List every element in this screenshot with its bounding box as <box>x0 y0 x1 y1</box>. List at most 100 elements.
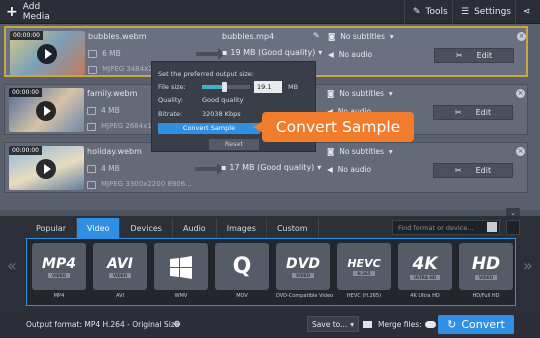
thumbnail-time: 00:00:00 <box>9 88 42 97</box>
subtitles-icon: ◙ <box>327 147 335 156</box>
video-thumbnail[interactable]: 00:00:00 <box>9 88 84 132</box>
speaker-icon: ◀ <box>328 50 334 59</box>
detect-device-icon[interactable] <box>506 220 520 235</box>
info-icon[interactable] <box>87 107 96 115</box>
tab-devices[interactable]: Devices <box>120 218 173 238</box>
video-icon <box>87 123 96 131</box>
audio-dropdown[interactable]: ◀ No audio <box>327 165 371 174</box>
reset-button[interactable]: Reset <box>209 139 259 150</box>
popup-title: Set the preferred output size: <box>158 70 254 78</box>
windows-icon <box>154 243 208 290</box>
format-mp4[interactable]: MP4 VIDEO MP4 <box>32 243 86 304</box>
tools-button[interactable]: ✎ Tools <box>404 0 456 24</box>
tab-images[interactable]: Images <box>217 218 267 238</box>
format-4k[interactable]: 4K ULTRA HD 4K Ultra HD <box>398 243 452 304</box>
chevron-down-icon: ▾ <box>388 147 393 156</box>
video-thumbnail[interactable]: 00:00:00 <box>10 31 85 75</box>
gear-icon[interactable]: ⚙ <box>173 320 181 330</box>
subtitles-dropdown[interactable]: ◙ No subtitles ▾ <box>328 32 394 41</box>
audio-label: No audio <box>338 50 373 59</box>
convert-icon: ↻ <box>447 318 457 331</box>
convert-arrow-icon <box>195 163 224 175</box>
share-button[interactable]: ⋖ <box>515 0 538 24</box>
settings-label: Settings <box>474 7 511 17</box>
scroll-right-icon[interactable]: » <box>523 256 533 275</box>
output-size-dropdown[interactable]: ▪ 19 MB (Good quality) ▾ <box>222 48 322 57</box>
scroll-left-icon[interactable]: « <box>7 256 17 275</box>
quality-value: Good quality <box>202 96 244 104</box>
slider-handle[interactable] <box>221 82 227 92</box>
convert-button[interactable]: ↻ Convert <box>438 315 514 334</box>
subtitles-dropdown[interactable]: ◙ No subtitles ▾ <box>327 147 393 156</box>
add-media-label: Add Media <box>22 2 50 22</box>
subtitles-label: No subtitles <box>339 147 384 156</box>
video-thumbnail[interactable]: 00:00:00 <box>9 146 84 190</box>
format-caption: HEVC (H.265) <box>346 293 382 299</box>
search-icon[interactable] <box>487 222 497 232</box>
scissors-icon: ✂ <box>454 108 462 117</box>
convert-sample-button[interactable]: Convert Sample <box>158 123 260 134</box>
output-size: 17 MB (Good quality) <box>229 163 315 172</box>
format-avi[interactable]: AVI VIDEO AVI <box>93 243 147 304</box>
format-search-input[interactable]: Find format or device... <box>392 220 500 235</box>
audio-dropdown[interactable]: ◀ No audio <box>328 50 372 59</box>
tab-audio[interactable]: Audio <box>173 218 217 238</box>
merge-files-label: Merge files: <box>378 320 422 329</box>
edit-label: Edit <box>475 108 492 117</box>
remove-file-icon[interactable]: × <box>516 89 525 98</box>
hd-icon: HD VIDEO <box>459 243 513 290</box>
bitrate-label: Bitrate: <box>158 110 183 118</box>
subtitles-dropdown[interactable]: ◙ No subtitles ▾ <box>327 89 393 98</box>
file-name: family.webm <box>87 89 138 98</box>
file-size-label: File size: <box>158 83 186 91</box>
output-size-dropdown[interactable]: ▪ 17 MB (Good quality) ▾ <box>221 163 321 172</box>
convert-sample-callout: Convert Sample <box>253 112 414 142</box>
video-icon <box>87 181 96 189</box>
video-icon <box>88 66 97 74</box>
edit-name-icon[interactable]: ✎ <box>313 31 320 40</box>
speaker-icon: ◀ <box>327 165 333 174</box>
thumbnail-time: 00:00:00 <box>9 146 42 155</box>
edit-button[interactable]: ✂ Edit <box>433 163 513 178</box>
format-caption: MP4 <box>53 293 65 299</box>
file-size-slider[interactable] <box>202 82 250 92</box>
add-media-button[interactable]: + Add Media <box>0 0 68 24</box>
info-icon[interactable] <box>87 165 96 173</box>
play-icon[interactable] <box>37 44 57 64</box>
format-hevc[interactable]: HEVC H.265 HEVC (H.265) <box>337 243 391 304</box>
format-caption: MOV <box>236 293 248 299</box>
tab-custom[interactable]: Custom <box>267 218 319 238</box>
format-tabs: Popular Video Devices Audio Images Custo… <box>26 218 319 238</box>
tab-video[interactable]: Video <box>77 218 121 238</box>
save-to-button[interactable]: Save to... ▾ <box>307 316 359 332</box>
edit-button[interactable]: ✂ Edit <box>434 48 514 63</box>
format-wmv[interactable]: WMV <box>154 243 208 304</box>
merge-files-toggle[interactable]: Merge files: <box>363 320 436 329</box>
play-icon[interactable] <box>36 159 56 179</box>
4k-icon: 4K ULTRA HD <box>398 243 452 290</box>
slider-fill <box>202 85 224 89</box>
toggle-switch[interactable] <box>424 321 436 328</box>
format-mov[interactable]: Q MOV <box>215 243 269 304</box>
format-hd[interactable]: HD VIDEO HD/Full HD <box>459 243 513 304</box>
remove-file-icon[interactable]: × <box>517 32 526 41</box>
bitrate-value: 32038 Kbps <box>202 110 241 118</box>
remove-file-icon[interactable]: × <box>516 147 525 156</box>
scissors-icon: ✂ <box>454 166 462 175</box>
edit-button[interactable]: ✂ Edit <box>433 105 513 120</box>
format-dvd[interactable]: DVD VIDEO DVD-Compatible Video <box>276 243 333 304</box>
hevc-icon: HEVC H.265 <box>337 243 391 290</box>
file-size: 6 MB <box>102 49 121 58</box>
convert-label: Convert <box>461 318 505 331</box>
tools-icon: ✎ <box>413 7 421 17</box>
format-caption: AVI <box>116 293 124 299</box>
tab-popular[interactable]: Popular <box>26 218 77 238</box>
settings-button[interactable]: ☰ Settings <box>452 0 519 24</box>
edit-label: Edit <box>475 166 492 175</box>
info-icon[interactable] <box>88 50 97 58</box>
file-name: bubbles.webm <box>88 32 147 41</box>
play-icon[interactable] <box>36 101 56 121</box>
subtitles-icon: ◙ <box>327 89 335 98</box>
dvd-icon: DVD VIDEO <box>276 243 330 290</box>
file-size-input[interactable]: 19.1 <box>254 81 282 93</box>
